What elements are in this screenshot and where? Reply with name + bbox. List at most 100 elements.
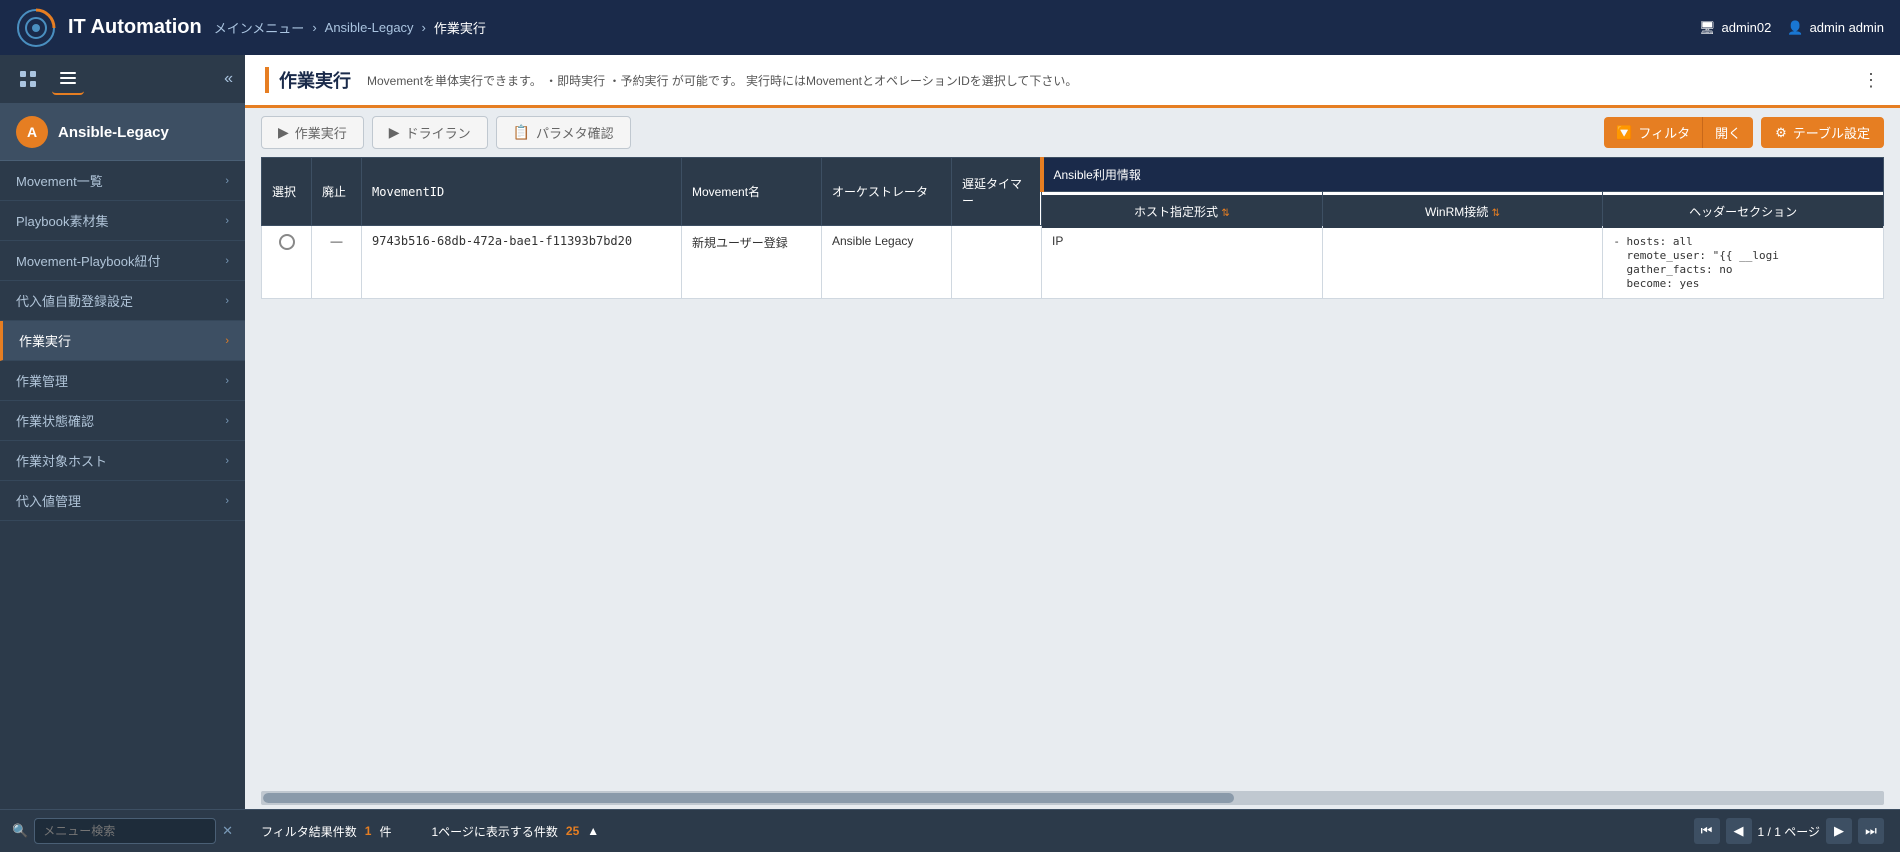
radio-button[interactable] — [279, 234, 295, 250]
nav-ansible-legacy[interactable]: Ansible-Legacy — [325, 20, 414, 35]
gear-icon: ⚙ — [1775, 125, 1787, 141]
scrollbar-track — [263, 793, 1882, 803]
monitor-icon: 🖥 — [1699, 20, 1716, 36]
prev-page-button[interactable]: ◀ — [1726, 818, 1752, 844]
th-ansible-info: Ansible利用情報 — [1042, 158, 1884, 192]
page-info: 1 / 1 ページ — [1758, 823, 1821, 840]
th-delay-timer: 遅延タイマー — [952, 158, 1042, 226]
sidebar-top: « — [0, 55, 245, 104]
cell-disabled: — — [312, 226, 362, 299]
sort-icon[interactable]: ⇅ — [1221, 208, 1229, 219]
user-icon: 👤 — [1787, 20, 1803, 36]
sidebar-item-work-manage[interactable]: 作業管理 › — [0, 361, 245, 401]
sidebar-item-substitution-auto[interactable]: 代入値自動登録設定 › — [0, 281, 245, 321]
execute-button[interactable]: ▶ 作業実行 — [261, 116, 364, 149]
filter-result-section: フィルタ結果件数 1 件 — [261, 823, 391, 840]
screen-section: 🖥 admin02 — [1699, 20, 1771, 36]
app-title: IT Automation — [68, 16, 202, 39]
user-section: 👤 admin admin — [1787, 20, 1884, 36]
nav-current: 作業実行 — [434, 18, 486, 37]
page-navigation: ⏮ ◀ 1 / 1 ページ ▶ ⏭ — [1694, 818, 1885, 844]
search-input[interactable] — [34, 818, 216, 844]
sort-icon[interactable]: ⇅ — [1492, 208, 1500, 219]
chevron-up-icon[interactable]: ▲ — [587, 824, 599, 838]
per-page-section: 1ページに表示する件数 25 ▲ — [431, 823, 599, 840]
sidebar-brand-name: Ansible-Legacy — [58, 124, 169, 141]
page-header: 作業実行 Movementを単体実行できます。 ・即時実行 ・予約実行 が可能で… — [245, 55, 1900, 108]
result-count-unit: 件 — [379, 823, 391, 840]
per-page-label: 1ページに表示する件数 — [431, 823, 557, 840]
page-title: 作業実行 — [265, 67, 351, 93]
horizontal-scrollbar[interactable] — [261, 791, 1884, 805]
chevron-right-icon: › — [225, 455, 229, 467]
table-row: — 9743b516-68db-472a-bae1-f11393b7bd20 新… — [262, 226, 1884, 299]
filter-result-label: フィルタ結果件数 — [261, 823, 357, 840]
sidebar-collapse-button[interactable]: « — [224, 70, 233, 88]
cell-header-section: - hosts: all remote_user: "{{ __logi gat… — [1603, 226, 1884, 299]
toolbar-left: ▶ 作業実行 ▶ ドライラン 📋 パラメタ確認 — [261, 116, 631, 149]
sidebar-brand: A Ansible-Legacy — [0, 104, 245, 161]
sidebar-item-substitution-manage[interactable]: 代入値管理 › — [0, 481, 245, 521]
sidebar-item-playbook[interactable]: Playbook素材集 › — [0, 201, 245, 241]
sidebar-icon-group — [12, 63, 84, 95]
clear-icon[interactable]: ✕ — [222, 823, 233, 839]
table-area[interactable]: 選択 廃止 MovementID Movement名 オーケストレータ 遅延タイ… — [245, 157, 1900, 787]
th-host-format: ホスト指定形式 ⇅ — [1042, 194, 1323, 228]
cell-orchestrator: Ansible Legacy — [822, 226, 952, 299]
th-select: 選択 — [262, 158, 312, 226]
th-movement-name: Movement名 — [682, 158, 822, 226]
sidebar-grid-view-button[interactable] — [12, 63, 44, 95]
th-movement-id: MovementID — [362, 158, 682, 226]
next-page-button[interactable]: ▶ — [1826, 818, 1852, 844]
toolbar-right: 🔽 フィルタ 開く ⚙ テーブル設定 — [1604, 117, 1884, 148]
cell-delay-timer — [952, 226, 1042, 299]
per-page-value: 25 — [566, 824, 579, 838]
sidebar-item-movement-list[interactable]: Movement一覧 › — [0, 161, 245, 201]
nav-sep-2: › — [422, 20, 426, 35]
table-settings-button[interactable]: ⚙ テーブル設定 — [1761, 117, 1884, 148]
cell-select[interactable] — [262, 226, 312, 299]
th-header-section: ヘッダーセクション — [1603, 194, 1884, 228]
chevron-right-icon: › — [225, 375, 229, 387]
chevron-right-icon: › — [225, 215, 229, 227]
header-left: IT Automation メインメニュー › Ansible-Legacy ›… — [16, 8, 486, 48]
sidebar-search: 🔍 ✕ — [0, 809, 245, 852]
scrollbar-thumb[interactable] — [263, 793, 1234, 803]
sidebar-item-work-execute[interactable]: 作業実行 › — [0, 321, 245, 361]
chevron-right-icon: › — [225, 175, 229, 187]
filter-button[interactable]: 🔽 フィルタ — [1604, 117, 1702, 148]
sidebar-list-view-button[interactable] — [52, 63, 84, 95]
cell-winrm — [1322, 226, 1603, 299]
chevron-right-icon: › — [225, 415, 229, 427]
first-page-button[interactable]: ⏮ — [1694, 818, 1720, 844]
header: IT Automation メインメニュー › Ansible-Legacy ›… — [0, 0, 1900, 55]
main-table: 選択 廃止 MovementID Movement名 オーケストレータ 遅延タイ… — [261, 157, 1884, 299]
th-orchestrator: オーケストレータ — [822, 158, 952, 226]
cell-movement-name: 新規ユーザー登録 — [682, 226, 822, 299]
footer: フィルタ結果件数 1 件 1ページに表示する件数 25 ▲ ⏮ ◀ 1 / 1 … — [245, 809, 1900, 852]
chevron-right-icon: › — [225, 255, 229, 267]
more-options-icon[interactable]: ⋮ — [1862, 70, 1880, 91]
param-check-button[interactable]: 📋 パラメタ確認 — [496, 116, 631, 149]
dry-run-button[interactable]: ▶ ドライラン — [372, 116, 488, 149]
nav-main-menu[interactable]: メインメニュー — [214, 18, 305, 37]
page-description: Movementを単体実行できます。 ・即時実行 ・予約実行 が可能です。 実行… — [367, 72, 1846, 89]
main-content: 作業実行 Movementを単体実行できます。 ・即時実行 ・予約実行 が可能で… — [245, 55, 1900, 852]
user-name: admin admin — [1810, 20, 1884, 35]
sidebar-item-work-status[interactable]: 作業状態確認 › — [0, 401, 245, 441]
param-check-icon: 📋 — [513, 124, 530, 141]
chevron-right-icon: › — [225, 295, 229, 307]
filter-open-button[interactable]: 開く — [1702, 117, 1753, 148]
toolbar: ▶ 作業実行 ▶ ドライラン 📋 パラメタ確認 🔽 フィルタ — [245, 108, 1900, 157]
screen-name: admin02 — [1722, 20, 1772, 35]
header-right: 🖥 admin02 👤 admin admin — [1699, 20, 1884, 36]
breadcrumb: メインメニュー › Ansible-Legacy › 作業実行 — [214, 18, 486, 37]
chevron-right-icon: › — [225, 495, 229, 507]
execute-icon: ▶ — [278, 124, 289, 141]
result-count: 1 — [365, 824, 372, 838]
cell-host-format: IP — [1042, 226, 1323, 299]
th-disabled: 廃止 — [312, 158, 362, 226]
sidebar-item-movement-playbook[interactable]: Movement-Playbook紐付 › — [0, 241, 245, 281]
sidebar-item-work-host[interactable]: 作業対象ホスト › — [0, 441, 245, 481]
last-page-button[interactable]: ⏭ — [1858, 818, 1884, 844]
